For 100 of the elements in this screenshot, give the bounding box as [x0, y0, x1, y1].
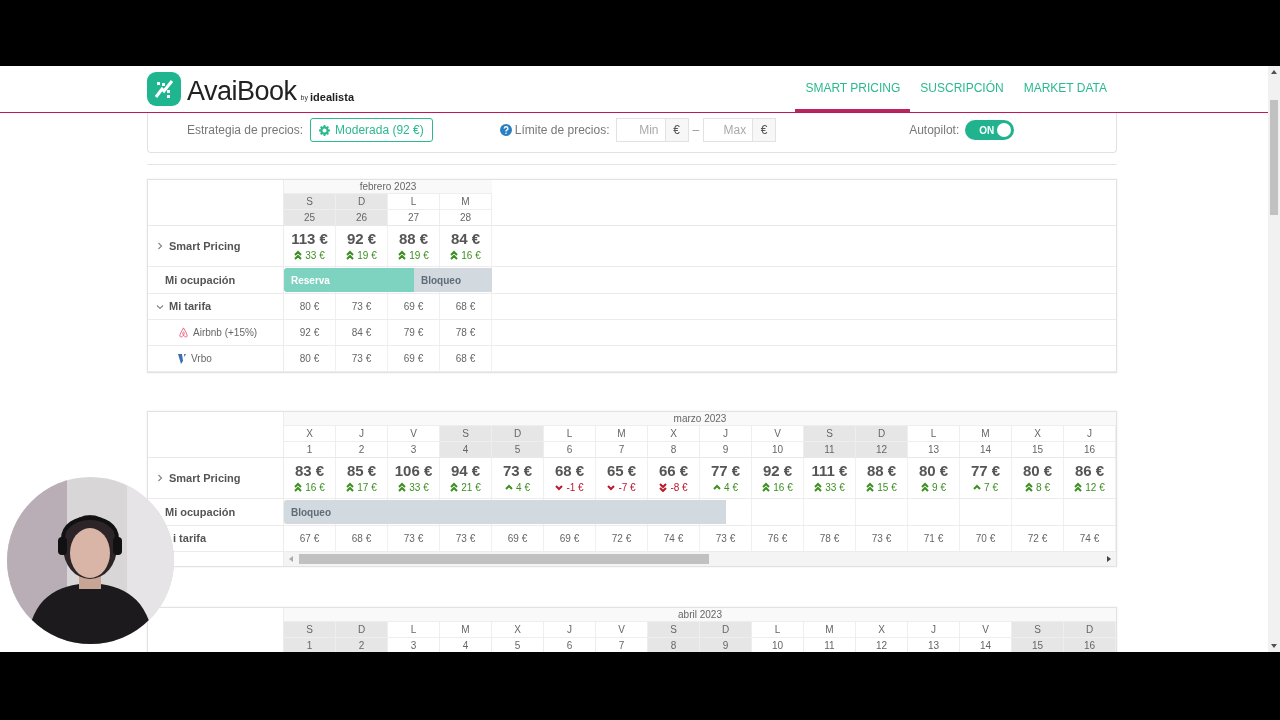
month-label: abril 2023 — [678, 609, 722, 620]
month-label: marzo 2023 — [673, 413, 727, 424]
row-label[interactable]: Smart Pricing — [169, 469, 241, 487]
scroll-left-arrow-icon[interactable] — [288, 555, 294, 563]
weekday-label: S — [284, 194, 336, 210]
suggested-price: 73 € — [502, 461, 533, 480]
suggested-price: 92 € — [346, 229, 377, 248]
weekday-label: V — [388, 426, 440, 442]
autopilot-toggle[interactable]: ON — [965, 120, 1015, 140]
double-chevron-up-icon — [762, 482, 771, 492]
max-price-field[interactable]: Max — [703, 118, 754, 142]
price-change: 33 € — [409, 480, 429, 495]
suggested-price: 86 € — [1074, 461, 1105, 480]
row-label: Mi ocupación — [165, 272, 236, 288]
chevron-down-icon[interactable] — [156, 302, 164, 311]
weekday-label: X — [856, 622, 908, 638]
rate-cell: 72 € — [596, 526, 648, 551]
suggested-price: 92 € — [762, 461, 793, 480]
min-price-field[interactable]: Min — [615, 118, 666, 142]
channel-label: Vrbo — [191, 352, 212, 366]
weekday-label: D — [700, 622, 752, 638]
autopilot-label: Autopilot: — [909, 122, 960, 139]
nav-tab[interactable]: MARKET DATA — [1013, 66, 1117, 112]
day-number: 11 — [804, 442, 856, 457]
brand-name: AvaiBook — [187, 76, 297, 106]
price-change: -7 € — [618, 480, 636, 495]
weekday-label: S — [1012, 622, 1064, 638]
settings-icon — [319, 124, 331, 136]
suggested-price: 68 € — [554, 461, 585, 480]
suggested-price: 66 € — [658, 461, 689, 480]
rate-cell: 78 € — [440, 320, 492, 345]
price-change: 33 € — [825, 480, 845, 495]
weekday-label: M — [440, 194, 492, 210]
price-change: 7 € — [984, 480, 998, 495]
strategy-button[interactable]: Moderada (92 €) — [310, 118, 433, 142]
price-change: 4 € — [724, 480, 738, 495]
chevron-right-icon[interactable] — [156, 474, 164, 482]
weekday-label: S — [284, 622, 336, 638]
rate-cell: 68 € — [440, 346, 492, 371]
day-number: 2 — [336, 638, 388, 652]
rate-cell: 69 € — [492, 526, 544, 551]
weekday-label: J — [544, 622, 596, 638]
help-icon[interactable] — [499, 124, 512, 136]
rate-cell: 69 € — [544, 526, 596, 551]
day-number: 12 — [856, 442, 908, 457]
double-chevron-up-icon — [814, 482, 823, 492]
price-change: 16 € — [773, 480, 793, 495]
channel-label: Airbnb (+15%) — [193, 326, 258, 340]
weekday-label: D — [856, 426, 908, 442]
rate-cell: 71 € — [908, 526, 960, 551]
nav-tab[interactable]: SUSCRIPCIÓN — [910, 66, 1014, 112]
price-change: 15 € — [877, 480, 897, 495]
rate-cell: 69 € — [388, 294, 440, 319]
price-change: 33 € — [305, 248, 325, 263]
rate-cell: 80 € — [284, 294, 336, 319]
double-chevron-up-icon — [450, 482, 459, 492]
chevron-down-icon — [607, 482, 616, 492]
scroll-up-arrow-icon[interactable] — [1270, 68, 1278, 76]
day-number: 9 — [700, 638, 752, 652]
rate-cell: 78 € — [804, 526, 856, 551]
scroll-down-arrow-icon[interactable] — [1270, 642, 1278, 650]
double-chevron-down-icon — [659, 482, 668, 492]
horizontal-scrollbar[interactable] — [284, 552, 1116, 566]
price-change: 8 € — [1036, 480, 1050, 495]
row-label: i tarifa — [173, 531, 206, 547]
weekday-label: X — [284, 426, 336, 442]
rate-cell: 69 € — [388, 346, 440, 371]
rate-cell: 73 € — [700, 526, 752, 551]
chevron-down-icon — [555, 482, 564, 492]
nav-tab[interactable]: SMART PRICING — [795, 66, 911, 112]
chevron-up-icon — [505, 482, 514, 492]
bloqueo-bar: Bloqueo — [284, 500, 726, 524]
double-chevron-up-icon — [346, 482, 355, 492]
rate-cell: 74 € — [1064, 526, 1116, 551]
weekday-label: L — [388, 194, 440, 210]
weekday-label: J — [1064, 426, 1116, 442]
rate-cell: 73 € — [336, 346, 388, 371]
suggested-price: 111 € — [811, 461, 848, 480]
suggested-price: 77 € — [970, 461, 1001, 480]
scroll-right-arrow-icon[interactable] — [1106, 555, 1112, 563]
suggested-price: 65 € — [606, 461, 637, 480]
scroll-thumb[interactable] — [299, 554, 709, 564]
rate-cell: 72 € — [1012, 526, 1064, 551]
row-label[interactable]: Smart Pricing — [169, 237, 241, 255]
chevron-right-icon[interactable] — [156, 242, 164, 250]
double-chevron-up-icon — [346, 250, 355, 260]
row-label[interactable]: Mi tarifa — [169, 298, 212, 315]
scroll-thumb[interactable] — [1270, 100, 1278, 215]
weekday-label: J — [908, 622, 960, 638]
suggested-price: 80 € — [1022, 461, 1053, 480]
month-label: febrero 2023 — [359, 181, 417, 192]
weekday-label: J — [336, 426, 388, 442]
weekday-label: D — [336, 194, 388, 210]
bloqueo-bar: Bloqueo — [414, 268, 492, 292]
price-change: 4 € — [516, 480, 530, 495]
vrbo-logo-icon — [178, 353, 187, 364]
rate-cell: 73 € — [388, 526, 440, 551]
vertical-scrollbar[interactable] — [1268, 66, 1280, 652]
weekday-label: M — [960, 426, 1012, 442]
suggested-price: 83 € — [294, 461, 325, 480]
